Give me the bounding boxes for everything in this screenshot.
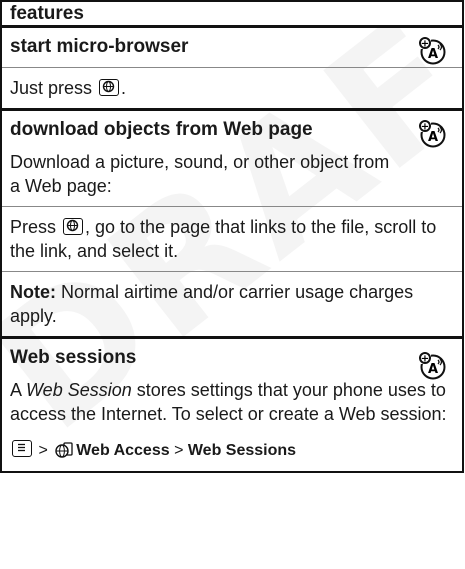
section-paragraph: A Web Session stores settings that your …: [2, 370, 462, 434]
network-feature-icon: + A: [419, 37, 446, 65]
path-separator: >: [169, 442, 188, 459]
menu-key-icon: [12, 440, 32, 457]
svg-text:A: A: [428, 47, 438, 62]
features-table: features + A start micro-browser Just pr…: [0, 0, 464, 473]
browser-key-icon: [63, 218, 84, 235]
svg-text:A: A: [428, 362, 438, 377]
network-feature-icon: + A: [419, 352, 446, 380]
section-start-micro-browser: + A start micro-browser Just press .: [0, 28, 464, 108]
paragraph-text: Just press: [10, 78, 98, 98]
web-access-icon: [55, 442, 73, 458]
table-header: features: [0, 0, 464, 28]
browser-key-icon: [99, 79, 120, 96]
path-item-web-access: Web Access: [76, 442, 170, 459]
paragraph-text: .: [121, 78, 127, 98]
paragraph-text: A: [10, 380, 27, 400]
paragraph-italic-term: Web Session: [26, 380, 132, 400]
section-paragraph: Just press .: [2, 68, 462, 108]
section-download-objects: + A download objects from Web page Downl…: [0, 108, 464, 336]
section-title: Web sessions: [10, 347, 137, 368]
menu-path: > Web Access > Web Sessions: [2, 434, 462, 471]
note-text: Normal airtime and/or carrier usage char…: [10, 282, 414, 326]
note-label: Note:: [10, 282, 56, 302]
svg-text:A: A: [428, 130, 438, 145]
note-paragraph: Note: Normal airtime and/or carrier usag…: [2, 271, 462, 336]
path-item-web-sessions: Web Sessions: [187, 442, 297, 459]
section-title: start micro-browser: [2, 28, 462, 68]
section-title: download objects from Web page: [10, 119, 313, 140]
section-web-sessions: + A Web sessions A Web Session stores se…: [0, 336, 464, 473]
paragraph-text: Press: [10, 217, 62, 237]
path-separator: >: [34, 442, 53, 459]
network-feature-icon: + A: [419, 120, 446, 148]
header-title: features: [10, 2, 84, 24]
section-paragraph: Press , go to the page that links to the…: [2, 206, 462, 271]
section-paragraph: Download a picture, sound, or other obje…: [10, 152, 390, 196]
